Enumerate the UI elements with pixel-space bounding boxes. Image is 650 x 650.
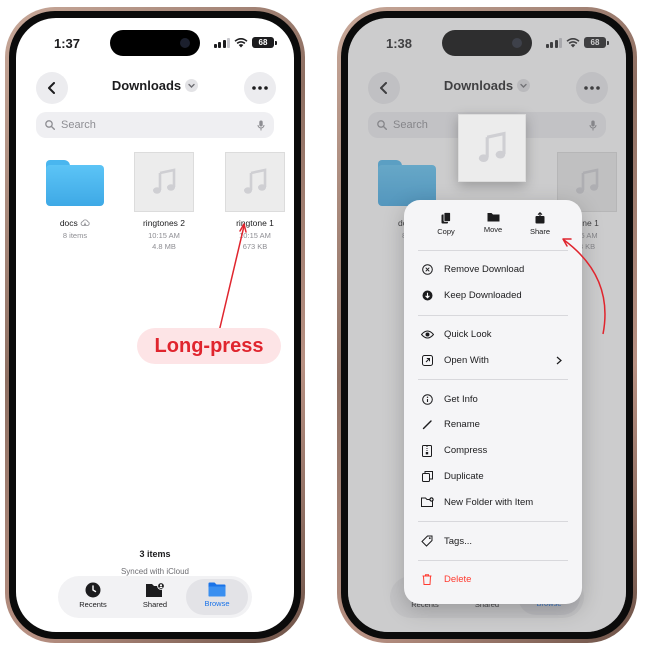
lifted-file-preview bbox=[458, 114, 526, 182]
tab-shared[interactable]: Shared bbox=[124, 579, 186, 615]
files-screen-left: 1:37 68 Downloads Search docs 8 items ri… bbox=[16, 18, 294, 632]
chevron-right-icon bbox=[556, 356, 562, 365]
arrow-annotation bbox=[562, 238, 606, 335]
menu-item-remove-download[interactable]: Remove Download bbox=[418, 257, 568, 283]
status-bar: 1:37 68 bbox=[16, 36, 294, 52]
file-item-ringtones-2[interactable]: ringtones 2 10:15 AM 4.8 MB bbox=[124, 152, 204, 252]
copy-icon bbox=[441, 212, 451, 224]
wifi-icon bbox=[234, 38, 248, 48]
menu-item-rename[interactable]: Rename bbox=[418, 412, 568, 438]
folder-icon bbox=[487, 213, 499, 222]
menu-item-tags[interactable]: Tags... bbox=[418, 528, 568, 554]
menu-divider bbox=[418, 559, 568, 561]
browse-folder-icon bbox=[208, 582, 226, 597]
microphone-icon[interactable] bbox=[257, 120, 265, 131]
tab-recents[interactable]: Recents bbox=[62, 579, 124, 615]
menu-item-open-with[interactable]: Open With bbox=[418, 347, 568, 373]
long-press-callout: Long-press bbox=[137, 328, 281, 364]
menu-item-get-info[interactable]: Get Info bbox=[418, 386, 568, 412]
chevron-down-icon bbox=[185, 79, 199, 92]
keep-downloaded-icon bbox=[422, 290, 432, 301]
folder-item-docs[interactable]: docs 8 items bbox=[35, 152, 115, 242]
open-with-icon bbox=[421, 354, 433, 366]
audio-file-thumbnail bbox=[225, 152, 285, 212]
search-icon bbox=[45, 120, 55, 130]
signal-icon bbox=[213, 37, 230, 48]
copy-button[interactable]: Copy bbox=[426, 212, 466, 244]
context-menu-actions: Copy Move Share bbox=[418, 200, 568, 244]
status-time: 1:37 bbox=[54, 36, 81, 51]
folder-icon bbox=[46, 160, 104, 206]
menu-item-new-folder-with-item[interactable]: New Folder with Item bbox=[418, 489, 568, 515]
music-note-icon bbox=[244, 168, 267, 194]
archive-icon bbox=[422, 444, 432, 457]
menu-divider bbox=[418, 379, 568, 381]
menu-item-duplicate[interactable]: Duplicate bbox=[418, 464, 568, 490]
menu-item-keep-downloaded[interactable]: Keep Downloaded bbox=[418, 283, 568, 309]
info-icon bbox=[421, 393, 433, 405]
tab-bar: Recents Shared Browse bbox=[58, 576, 252, 618]
remove-download-icon bbox=[421, 264, 433, 276]
phone-left: 1:37 68 Downloads Search docs 8 items ri… bbox=[5, 7, 305, 643]
menu-item-delete[interactable]: Delete bbox=[418, 567, 568, 593]
menu-item-compress[interactable]: Compress bbox=[418, 438, 568, 464]
shared-folder-icon bbox=[146, 582, 165, 597]
pencil-icon bbox=[422, 420, 432, 430]
files-screen-right: 1:38 68 Downloads Search tone 1 15 AM 3 … bbox=[348, 18, 626, 632]
duplicate-icon bbox=[421, 470, 433, 482]
sync-status: Synced with iCloud bbox=[120, 567, 190, 576]
nav-bar: Downloads bbox=[16, 70, 294, 106]
trash-icon bbox=[422, 574, 432, 586]
menu-item-quick-look[interactable]: Quick Look bbox=[418, 322, 568, 348]
audio-file-thumbnail bbox=[134, 152, 194, 212]
search-field[interactable]: Search bbox=[36, 112, 274, 138]
search-placeholder: Search bbox=[61, 119, 96, 131]
phone-right: 1:38 68 Downloads Search tone 1 15 AM 3 … bbox=[337, 7, 637, 643]
share-icon bbox=[535, 212, 545, 224]
move-button[interactable]: Move bbox=[473, 212, 513, 244]
menu-divider bbox=[418, 314, 568, 316]
eye-icon bbox=[420, 330, 434, 339]
item-count: 3 items bbox=[139, 549, 171, 559]
tag-icon bbox=[421, 535, 433, 547]
ellipsis-icon bbox=[252, 86, 268, 90]
music-note-icon bbox=[153, 168, 176, 194]
music-note-icon bbox=[478, 131, 506, 163]
tab-browse[interactable]: Browse bbox=[186, 579, 248, 615]
more-button[interactable] bbox=[244, 72, 276, 104]
menu-divider bbox=[418, 250, 568, 251]
cloud-download-icon bbox=[80, 219, 90, 226]
share-button[interactable]: Share bbox=[520, 212, 560, 244]
battery-icon: 68 bbox=[252, 37, 277, 48]
menu-divider bbox=[418, 521, 568, 523]
clock-icon bbox=[85, 582, 101, 598]
new-folder-icon bbox=[420, 497, 434, 508]
